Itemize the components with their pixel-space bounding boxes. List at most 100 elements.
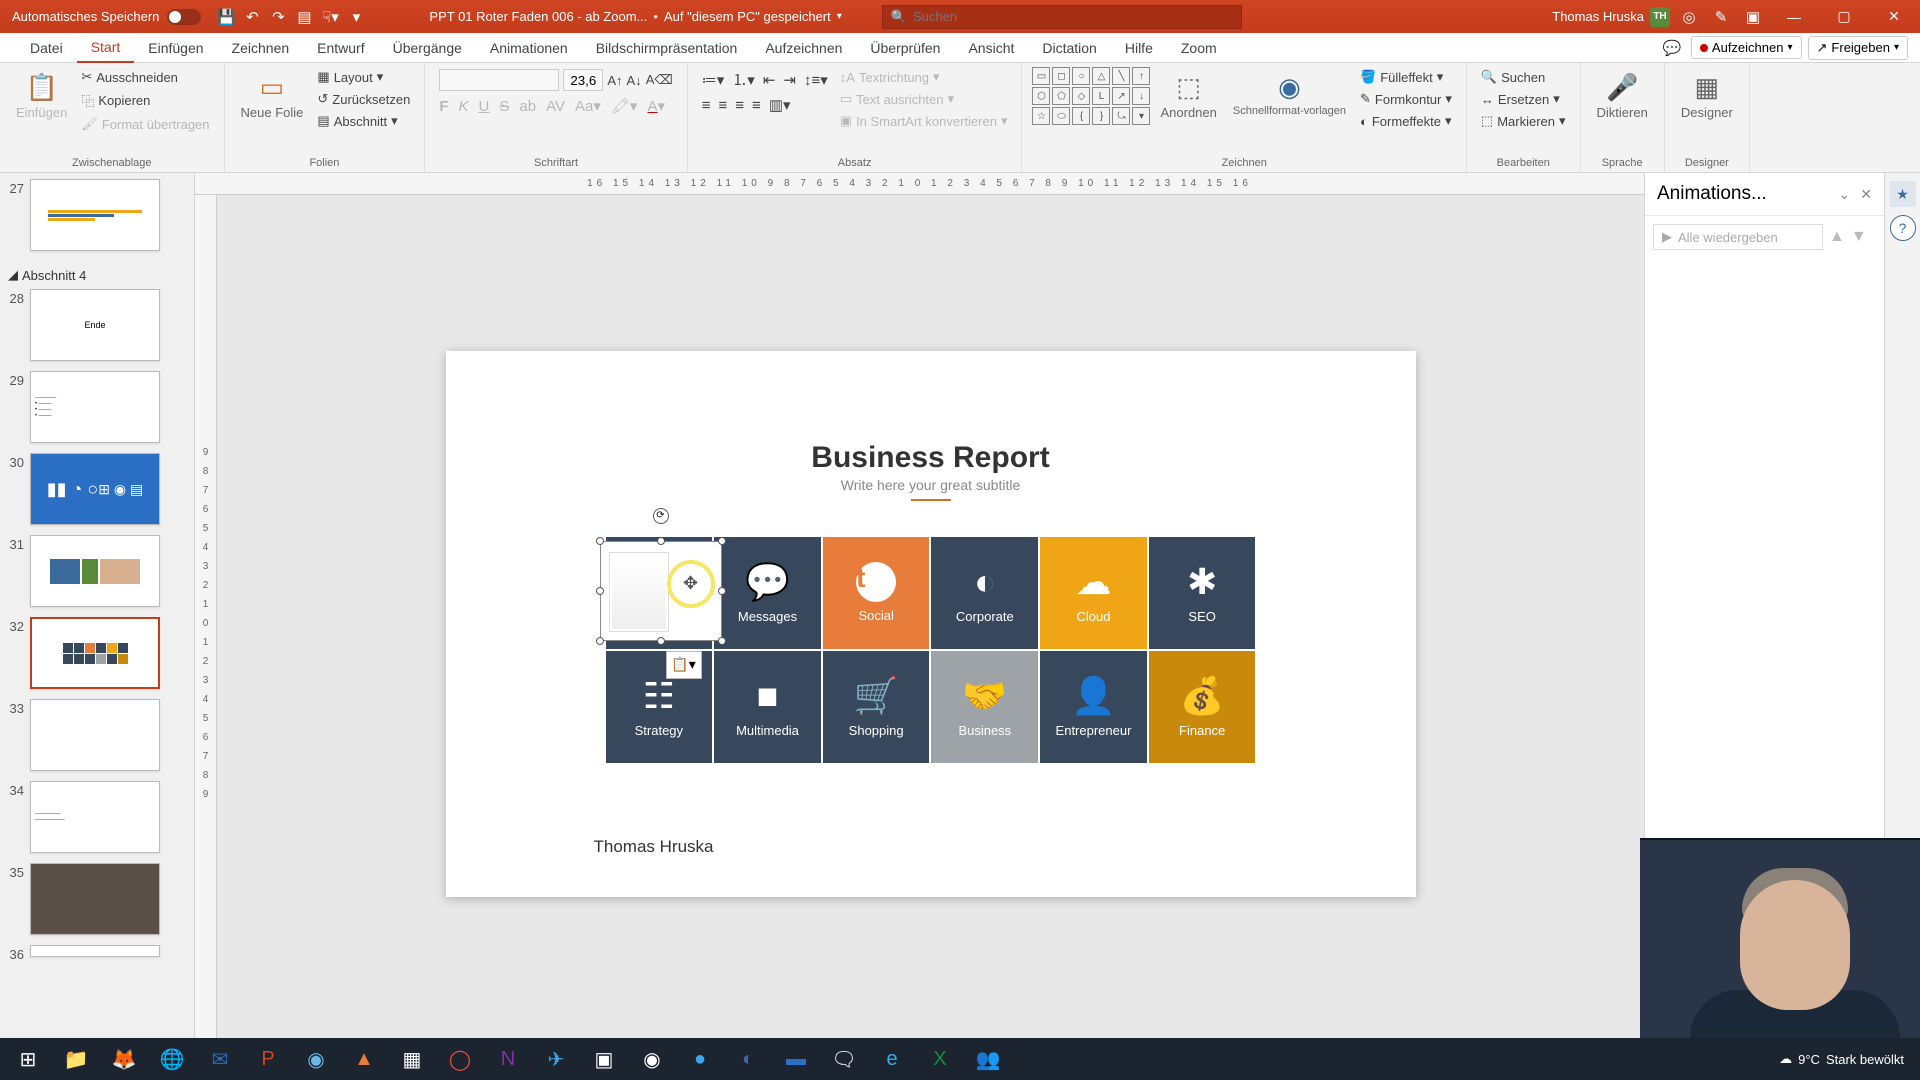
bold-icon[interactable]: F — [439, 98, 448, 115]
maximize-button[interactable]: ▢ — [1822, 0, 1866, 33]
indent-dec-icon[interactable]: ⇤ — [763, 71, 776, 89]
tab-start[interactable]: Start — [77, 33, 135, 63]
tile-finance[interactable]: 💰Finance — [1149, 651, 1256, 763]
shape-effects-button[interactable]: ◐Formeffekte ▾ — [1356, 111, 1456, 131]
section-button[interactable]: ▤Abschnitt ▾ — [313, 111, 414, 131]
resize-handle[interactable] — [596, 637, 604, 645]
telegram-icon[interactable]: ✈ — [534, 1039, 578, 1079]
tab-datei[interactable]: Datei — [16, 33, 77, 63]
app-icon-17[interactable]: 🗨 — [822, 1039, 866, 1079]
anim-down-icon[interactable]: ▼ — [1851, 228, 1867, 246]
tile-business[interactable]: 🤝Business — [931, 651, 1038, 763]
teams-icon[interactable]: 👥 — [966, 1039, 1010, 1079]
select-button[interactable]: ⬚Markieren ▾ — [1477, 111, 1570, 131]
autosave-toggle[interactable] — [167, 9, 201, 25]
italic-icon[interactable]: K — [459, 98, 469, 115]
app-icon-14[interactable]: ● — [678, 1039, 722, 1079]
line-spacing-icon[interactable]: ↕≡▾ — [804, 71, 828, 89]
increase-font-icon[interactable]: A↑ — [607, 73, 622, 88]
app-icon-6[interactable]: ◉ — [294, 1039, 338, 1079]
tab-aufzeichnen[interactable]: Aufzeichnen — [751, 33, 856, 63]
shape-outline-button[interactable]: ✎Formkontur ▾ — [1356, 89, 1456, 109]
align-center-icon[interactable]: ≡ — [719, 97, 728, 114]
format-painter-button[interactable]: 🖌Format übertragen — [77, 114, 213, 134]
record-button[interactable]: Aufzeichnen▾ — [1691, 36, 1802, 59]
selected-object[interactable]: ⟳ ✥ — [600, 541, 722, 641]
align-text-button[interactable]: ▭Text ausrichten ▾ — [836, 89, 1012, 109]
tile-seo[interactable]: ✱SEO — [1149, 537, 1256, 649]
tool-help-icon[interactable]: ? — [1890, 215, 1916, 241]
thumbnail-27[interactable] — [30, 179, 160, 251]
numbering-icon[interactable]: ⒈▾ — [732, 69, 755, 90]
clear-format-icon[interactable]: A⌫ — [646, 72, 673, 88]
tab-zeichnen[interactable]: Zeichnen — [218, 33, 304, 63]
search-box[interactable]: 🔍 — [882, 5, 1242, 29]
smartart-button[interactable]: ▣In SmartArt konvertieren ▾ — [836, 111, 1012, 131]
shapes-gallery[interactable]: ▭◻○△╲↑ ⬡⬠◇L↗↓ ☆⬭{}⤿▾ — [1032, 67, 1150, 125]
edge-icon[interactable]: e — [870, 1039, 914, 1079]
tile-entrepreneur[interactable]: 👤Entrepreneur — [1040, 651, 1147, 763]
find-button[interactable]: 🔍Suchen — [1477, 67, 1570, 87]
thumbnail-29[interactable]: ─────• ───• ───• ─── — [30, 371, 160, 443]
align-right-icon[interactable]: ≡ — [735, 97, 744, 114]
app-icon-16[interactable]: ▬ — [774, 1039, 818, 1079]
share-button[interactable]: ↗Freigeben▾ — [1808, 36, 1908, 60]
user-avatar[interactable]: TH — [1650, 7, 1670, 27]
arrange-button[interactable]: ⬚Anordnen — [1154, 67, 1222, 124]
excel-icon[interactable]: X — [918, 1039, 962, 1079]
tab-bildschirm[interactable]: Bildschirmpräsentation — [582, 33, 752, 63]
thumbnail-32-selected[interactable] — [30, 617, 160, 689]
present-icon[interactable]: ▤ — [291, 4, 317, 30]
start-button[interactable]: ⊞ — [6, 1039, 50, 1079]
shape-fill-button[interactable]: 🪣Fülleffekt ▾ — [1356, 67, 1456, 87]
font-color-icon[interactable]: A▾ — [647, 97, 665, 115]
tile-shopping[interactable]: 🛒Shopping — [823, 651, 930, 763]
close-button[interactable]: ✕ — [1872, 0, 1916, 33]
app-icon-12[interactable]: ▣ — [582, 1039, 626, 1079]
slide-subtitle[interactable]: Write here your great subtitle — [446, 477, 1416, 501]
quick-styles-button[interactable]: ◉Schnellformat-vorlagen — [1227, 67, 1352, 121]
new-slide-button[interactable]: ▭Neue Folie — [235, 67, 310, 124]
thumbnail-36[interactable] — [30, 945, 160, 957]
resize-handle[interactable] — [657, 637, 665, 645]
underline-icon[interactable]: U — [479, 98, 490, 115]
onenote-icon[interactable]: N — [486, 1039, 530, 1079]
search-input[interactable] — [913, 9, 1233, 24]
font-size-input[interactable] — [563, 69, 603, 91]
tb-icon-2[interactable]: ✎ — [1708, 4, 1734, 30]
align-justify-icon[interactable]: ≡ — [752, 97, 761, 114]
strike-icon[interactable]: S — [499, 98, 509, 115]
redo-icon[interactable]: ↷ — [265, 4, 291, 30]
app-icon-15[interactable]: ◐ — [726, 1039, 770, 1079]
tab-animationen[interactable]: Animationen — [476, 33, 582, 63]
tool-1-icon[interactable]: ★ — [1890, 181, 1916, 207]
reset-button[interactable]: ↺Zurücksetzen — [313, 89, 414, 109]
resize-handle[interactable] — [596, 537, 604, 545]
tile-cloud[interactable]: ☁Cloud — [1040, 537, 1147, 649]
resize-handle[interactable] — [657, 537, 665, 545]
obs-icon[interactable]: ◉ — [630, 1039, 674, 1079]
anim-up-icon[interactable]: ▲ — [1829, 228, 1845, 246]
minimize-button[interactable]: — — [1772, 0, 1816, 33]
layout-button[interactable]: ▦Layout ▾ — [313, 67, 414, 87]
tab-uebergaenge[interactable]: Übergänge — [379, 33, 476, 63]
anim-collapse-icon[interactable]: ⌄ — [1839, 186, 1851, 203]
app-icon-8[interactable]: ▦ — [390, 1039, 434, 1079]
resize-handle[interactable] — [718, 637, 726, 645]
tile-social[interactable]: tSocial — [823, 537, 930, 649]
tab-einfuegen[interactable]: Einfügen — [134, 33, 217, 63]
anim-close-icon[interactable]: ✕ — [1860, 186, 1872, 203]
paste-options-button[interactable]: 📋▾ — [666, 651, 702, 679]
tile-messages[interactable]: 💬Messages — [714, 537, 821, 649]
tb-icon-3[interactable]: ▣ — [1740, 4, 1766, 30]
columns-icon[interactable]: ▥▾ — [769, 96, 791, 114]
qat-more-icon[interactable]: ▾ — [343, 4, 369, 30]
thumbnail-35[interactable] — [30, 863, 160, 935]
play-all-button[interactable]: ▶Alle wiedergeben — [1653, 224, 1823, 250]
vlc-icon[interactable]: ▲ — [342, 1039, 386, 1079]
save-icon[interactable]: 💾 — [213, 4, 239, 30]
undo-icon[interactable]: ↶ — [239, 4, 265, 30]
comments-icon[interactable]: 💬 — [1659, 35, 1685, 61]
replace-button[interactable]: ↔Ersetzen ▾ — [1477, 89, 1570, 109]
font-family-input[interactable] — [439, 69, 559, 91]
